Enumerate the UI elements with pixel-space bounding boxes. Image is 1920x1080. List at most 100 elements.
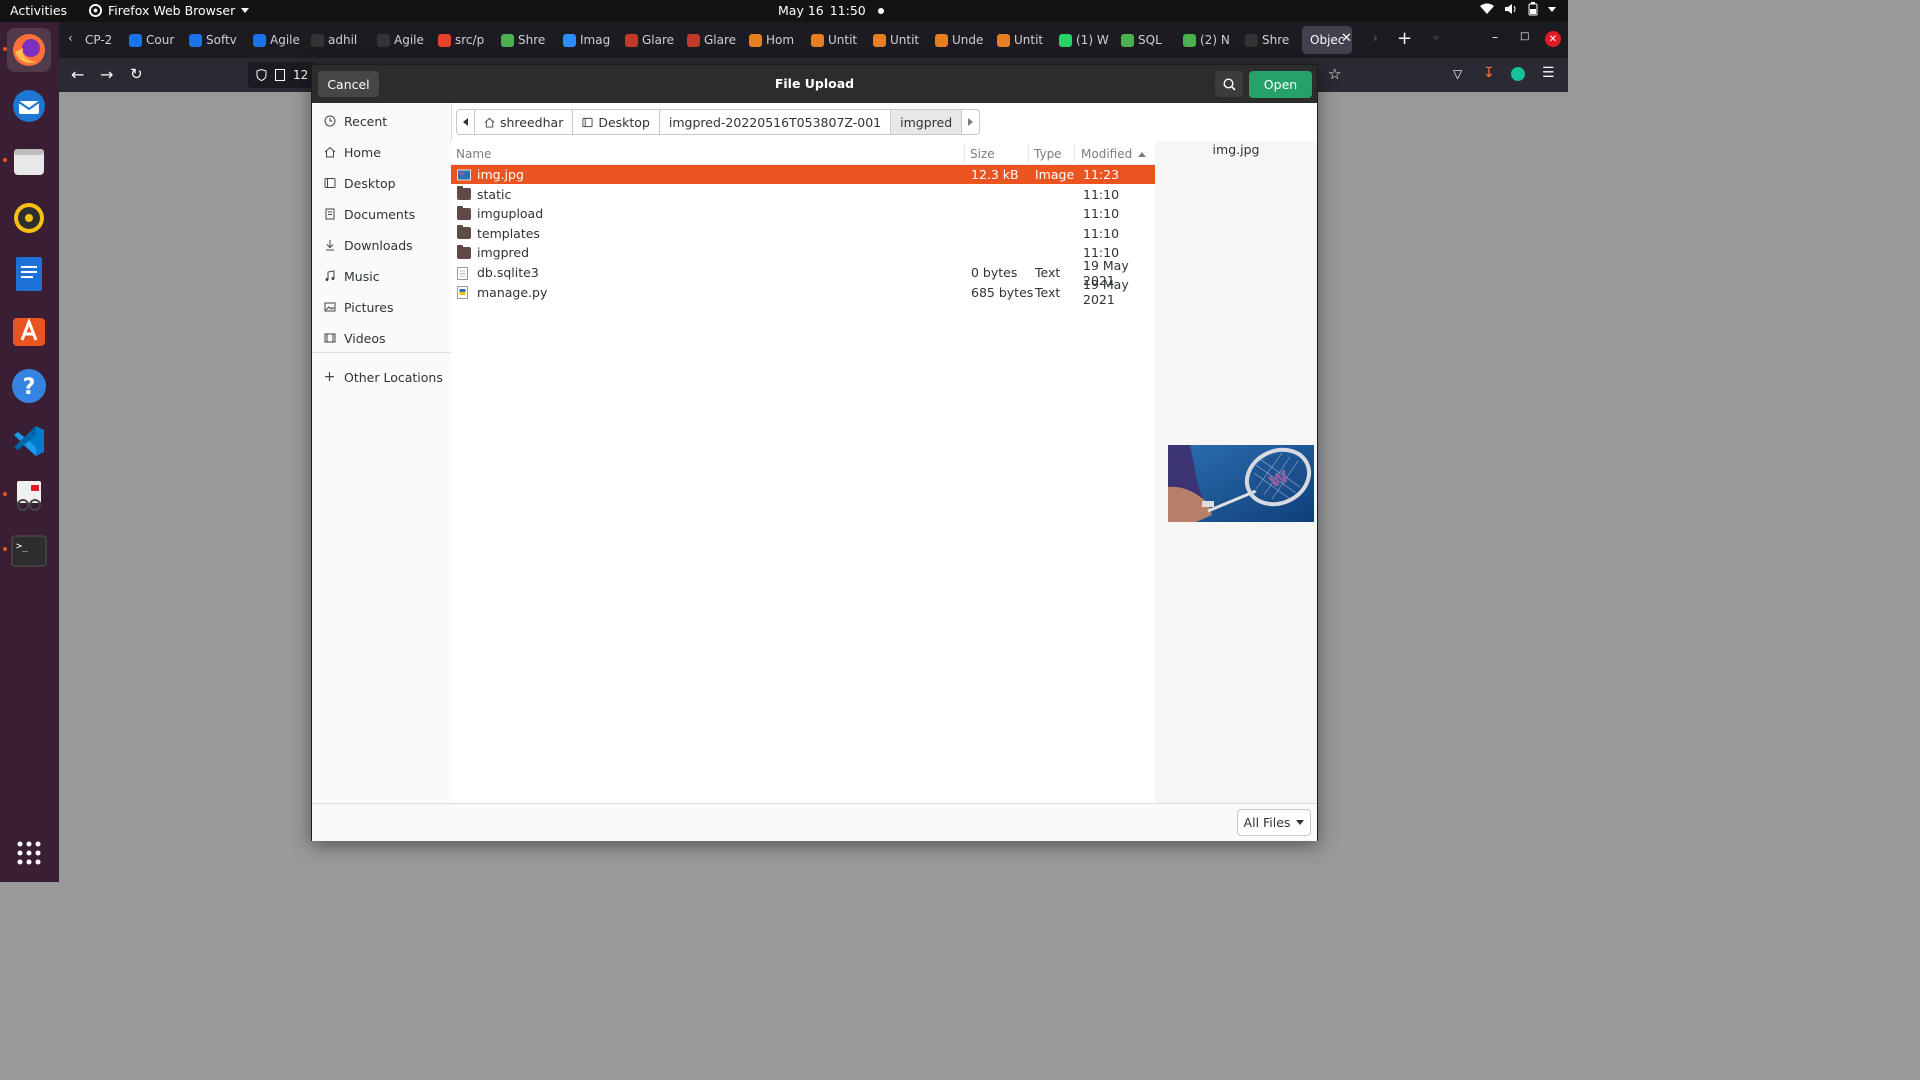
browser-tab[interactable]: adhil [311,31,367,49]
dock-thunderbird-icon[interactable] [7,84,51,128]
file-row[interactable]: db.sqlite3 0 bytes Text 19 May 2021 [451,258,1155,288]
column-header-name[interactable]: Name [456,145,491,163]
sidebar-item-music[interactable]: Music [312,263,451,289]
browser-tab[interactable]: Agile [253,31,309,49]
file-type-filter[interactable]: All Files [1237,809,1311,836]
tab-favicon-icon [749,33,762,47]
path-forward-button[interactable] [962,109,981,135]
activities-button[interactable]: Activities [10,3,67,18]
column-header-type[interactable]: Type [1034,145,1062,163]
tab-label: Agile [270,33,300,47]
browser-tab[interactable]: Shre [1245,31,1301,49]
preview-image: w [1168,445,1314,522]
tab-scroll-left-icon[interactable]: ‹ [68,31,73,45]
browser-tab[interactable]: SQL [1121,31,1177,49]
places-sidebar: Recent Home Desktop Documents Downloads … [312,103,452,803]
tab-label: adhil [328,33,358,47]
tab-favicon-icon [1059,33,1072,47]
new-tab-icon[interactable]: + [1397,28,1412,49]
breadcrumb-desktop[interactable]: Desktop [573,109,660,135]
browser-tab[interactable]: CP-2 [85,31,125,49]
sidebar-item-other-locations[interactable]: + Other Locations [312,364,451,390]
clock[interactable]: May 16 11:50 [778,3,884,18]
browser-tab[interactable]: Shre [501,31,557,49]
sidebar-item-desktop[interactable]: Desktop [312,170,451,196]
browser-tab[interactable]: Softv [189,31,245,49]
dock-firefox-icon[interactable] [7,28,51,72]
file-row[interactable]: static 11:10 [451,185,1155,204]
url-bar[interactable]: 12 [248,62,316,88]
menu-icon[interactable]: ☰ [1542,65,1555,81]
browser-tab[interactable]: (1) W [1059,31,1115,49]
breadcrumb-current[interactable]: imgpred [891,109,963,135]
dock-rhythmbox-icon[interactable] [7,196,51,240]
dock-writer-icon[interactable] [7,252,51,296]
column-header-modified[interactable]: Modified [1081,145,1147,163]
browser-tab[interactable]: Glare [687,31,743,49]
file-row[interactable]: manage.py 685 bytes Text 19 May 2021 [451,277,1155,307]
breadcrumb-folder[interactable]: imgpred-20220516T053807Z-001 [659,109,892,135]
extension-icon[interactable] [1511,67,1525,81]
downloads-icon[interactable]: ↧ [1483,65,1495,81]
reload-icon[interactable]: ↻ [130,65,143,83]
dock-help-icon[interactable]: ? [7,364,51,408]
gnome-top-bar: Activities Firefox Web Browser May 16 11… [0,0,1568,22]
tab-favicon-icon [563,33,576,47]
browser-tab[interactable]: Cour [129,31,185,49]
sidebar-item-home[interactable]: Home [312,139,451,165]
shield-icon [256,69,267,81]
browser-tab[interactable]: src/p [438,31,494,49]
system-tray[interactable] [1480,2,1556,16]
file-row[interactable]: imgpred 11:10 [451,243,1155,262]
sidebar-item-documents[interactable]: Documents [312,201,451,227]
dock-terminal-icon[interactable]: >_ [7,529,51,573]
sidebar-item-recent[interactable]: Recent [312,108,451,134]
dock-software-icon[interactable] [7,308,51,352]
tab-scroll-right-icon[interactable]: › [1373,31,1378,45]
file-modified: 11:10 [1083,225,1120,241]
close-window-icon[interactable]: ✕ [1545,31,1561,47]
breadcrumb-label: shreedhar [500,114,564,130]
path-back-button[interactable] [456,109,475,135]
column-header-size[interactable]: Size [970,145,995,163]
svg-text:>_: >_ [16,541,29,552]
file-row[interactable]: templates 11:10 [451,224,1155,243]
browser-tab[interactable]: Untit [811,31,867,49]
browser-tab[interactable]: Agile [377,31,433,49]
battery-icon [1528,2,1538,16]
sidebar-item-downloads[interactable]: Downloads [312,232,451,258]
browser-tab[interactable]: Untit [873,31,929,49]
clock-time: 11:50 [829,3,866,18]
browser-tab[interactable]: Unde [935,31,991,49]
show-applications-icon[interactable] [7,831,51,875]
close-tab-icon[interactable]: ✕ [1341,31,1352,46]
file-type: Image [1035,167,1075,182]
maximize-icon[interactable]: □ [1520,31,1529,42]
pocket-icon[interactable]: ▽ [1453,67,1462,81]
breadcrumb-home[interactable]: shreedhar [475,109,574,135]
dock-vscode-icon[interactable] [7,419,51,463]
list-all-tabs-icon[interactable] [1432,36,1440,41]
browser-tab[interactable]: Hom [749,31,805,49]
folder-icon [457,186,471,201]
browser-tab[interactable]: (2) N [1183,31,1239,49]
dock-document-viewer-icon[interactable] [7,474,51,518]
file-row[interactable]: imgupload 11:10 [451,204,1155,223]
browser-tab[interactable]: Imag [563,31,619,49]
browser-tab[interactable]: Glare [625,31,681,49]
bookmark-star-icon[interactable]: ☆ [1328,65,1341,83]
search-button[interactable] [1215,71,1243,97]
sidebar-item-videos[interactable]: Videos [312,325,451,351]
minimize-icon[interactable]: – [1492,30,1498,44]
open-button[interactable]: Open [1249,71,1312,98]
browser-tab[interactable]: Untit [997,31,1053,49]
tab-favicon-icon [811,33,824,47]
forward-icon[interactable]: → [100,65,113,84]
sidebar-item-pictures[interactable]: Pictures [312,294,451,320]
app-menu[interactable]: Firefox Web Browser [89,3,250,18]
home-icon [323,146,336,159]
file-row[interactable]: img.jpg 12.3 kB Image 11:23 [451,165,1155,184]
sidebar-item-label: Other Locations [344,369,443,385]
dock-files-icon[interactable] [7,140,51,184]
back-icon[interactable]: ← [71,65,84,84]
